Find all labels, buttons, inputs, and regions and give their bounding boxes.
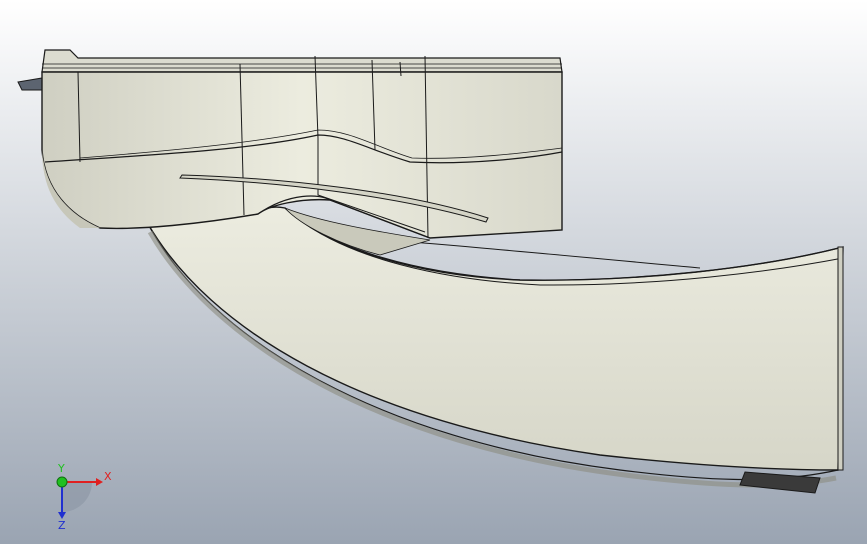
triad-x-label: X	[104, 470, 112, 483]
orientation-triad: X Z Y	[56, 462, 112, 532]
triad-y-label: Y	[57, 462, 65, 475]
triad-z-label: Z	[58, 519, 66, 532]
cad-graphics-viewport[interactable]: X Z Y	[0, 0, 867, 544]
model-scene[interactable]	[0, 0, 867, 544]
triad-plane-indicator	[62, 482, 92, 512]
triad-y-axis: Y	[56, 462, 68, 488]
